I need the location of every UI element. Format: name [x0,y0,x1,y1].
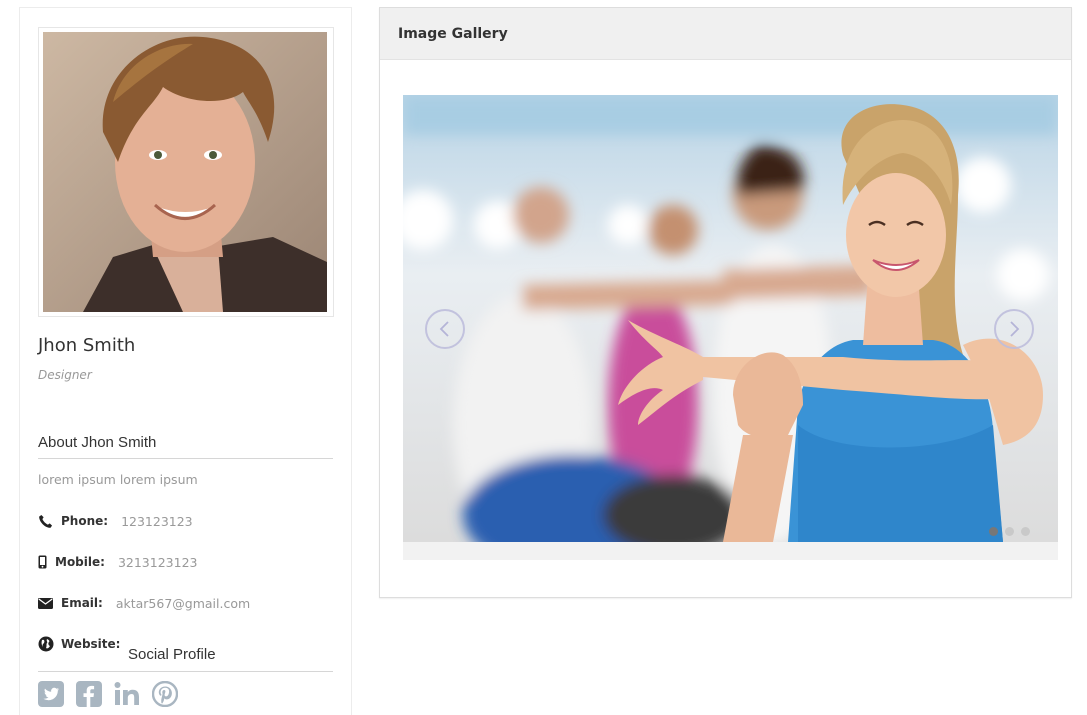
social-profile-heading: Social Profile [128,646,216,663]
slider-dot-1[interactable] [989,527,998,536]
slider-next-button[interactable] [994,309,1034,349]
phone-value: 123123123 [121,513,193,529]
globe-icon [38,636,55,653]
slide-image [403,95,1058,542]
about-text: lorem ipsum lorem ipsum [38,472,198,487]
info-row-website: Website: [38,634,133,654]
image-slider[interactable] [403,95,1058,542]
profile-card: Jhon Smith Designer About Jhon Smith lor… [19,7,352,715]
info-row-phone: Phone: 123123123 [38,511,193,531]
website-label: Website: [61,637,121,651]
mobile-label: Mobile: [55,555,105,569]
social-icons [38,680,179,708]
profile-photo-frame [38,27,334,317]
gallery-header: Image Gallery [380,8,1071,60]
slider-dot-3[interactable] [1021,527,1030,536]
email-label: Email: [61,596,103,610]
slider-caption-bar [403,542,1058,560]
phone-icon [38,513,55,530]
envelope-icon [38,595,55,612]
profile-name: Jhon Smith [38,335,136,356]
facebook-icon[interactable] [76,681,102,707]
pinterest-icon[interactable] [151,680,179,708]
linkedin-icon[interactable] [114,681,140,707]
slider-pagination [989,527,1030,536]
about-heading: About Jhon Smith [38,434,157,451]
phone-label: Phone: [61,514,109,528]
mobile-icon [38,554,49,571]
twitter-icon[interactable] [38,681,64,707]
gallery-title: Image Gallery [398,25,508,42]
mobile-value: 3213123123 [117,554,198,570]
profile-role: Designer [38,368,92,382]
slider-prev-button[interactable] [425,309,465,349]
email-value[interactable]: aktar567@gmail.com [116,596,250,611]
info-row-mobile: Mobile: 3213123123 [38,552,197,572]
about-divider [38,458,333,459]
slider-dot-2[interactable] [1005,527,1014,536]
info-row-email: Email: aktar567@gmail.com [38,593,250,613]
profile-photo [43,32,327,312]
social-divider [38,671,333,672]
image-gallery-panel: Image Gallery [379,7,1072,598]
